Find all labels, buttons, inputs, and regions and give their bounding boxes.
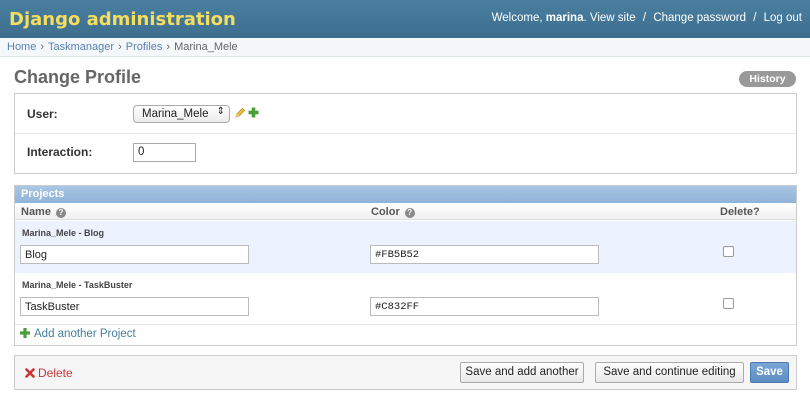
site-branding[interactable]: Django administration bbox=[9, 9, 236, 30]
column-header-delete: Delete? bbox=[720, 206, 760, 218]
welcome-text: Welcome, bbox=[491, 12, 543, 24]
inline-object-title: Marina_Mele - TaskBuster bbox=[22, 280, 133, 290]
project-color-input[interactable]: #C832FF bbox=[370, 297, 599, 316]
add-user-plus-icon[interactable] bbox=[248, 107, 259, 118]
inline-caption: Projects bbox=[15, 186, 796, 203]
user-select[interactable]: Marina_Mele ⇕ bbox=[133, 105, 230, 123]
delete-label: Delete bbox=[38, 366, 73, 380]
breadcrumb-home[interactable]: Home bbox=[7, 41, 36, 53]
select-arrows-icon: ⇕ bbox=[216, 106, 225, 117]
breadcrumb-model[interactable]: Profiles bbox=[126, 41, 163, 53]
user-row: User: Marina_Mele ⇕ bbox=[15, 94, 796, 134]
table-row: Marina_Mele - Blog Blog #FB5B52 bbox=[15, 221, 796, 273]
inline-header: Name? Color? Delete? bbox=[15, 203, 796, 220]
help-icon: ? bbox=[404, 208, 415, 218]
plus-icon bbox=[20, 328, 30, 338]
pencil-edit-icon[interactable] bbox=[234, 107, 246, 119]
save-and-continue-button[interactable]: Save and continue editing bbox=[595, 362, 744, 383]
page-title: Change Profile bbox=[14, 67, 142, 87]
user-label: User: bbox=[27, 107, 58, 121]
history-button[interactable]: History bbox=[739, 71, 796, 87]
save-and-add-another-button[interactable]: Save and add another bbox=[460, 362, 584, 383]
project-name-input[interactable]: TaskBuster bbox=[20, 297, 249, 316]
user-select-value: Marina_Mele bbox=[142, 108, 209, 120]
submit-row: Delete Save and add another Save and con… bbox=[14, 355, 797, 390]
inline-object-title: Marina_Mele - Blog bbox=[22, 228, 105, 238]
interaction-label: Interaction: bbox=[27, 145, 93, 159]
delete-x-icon bbox=[25, 368, 35, 378]
table-row: Marina_Mele - TaskBuster TaskBuster #C83… bbox=[15, 273, 796, 325]
column-header-color: Color? bbox=[371, 206, 415, 218]
view-site-link[interactable]: View site bbox=[590, 12, 636, 24]
help-icon: ? bbox=[55, 208, 66, 218]
delete-link[interactable]: Delete bbox=[25, 366, 73, 380]
delete-checkbox[interactable] bbox=[723, 246, 734, 257]
user-tools: Welcome, marina. View site / Change pass… bbox=[491, 12, 802, 24]
save-button[interactable]: Save bbox=[750, 362, 789, 383]
interaction-input[interactable]: 0 bbox=[133, 143, 196, 162]
column-header-name: Name? bbox=[21, 206, 66, 218]
interaction-row: Interaction: 0 bbox=[15, 134, 796, 174]
logout-link[interactable]: Log out bbox=[764, 12, 802, 24]
header: Django administration Welcome, marina. V… bbox=[0, 0, 810, 38]
breadcrumb: Home › Taskmanager › Profiles › Marina_Mele bbox=[0, 38, 810, 57]
delete-checkbox[interactable] bbox=[723, 298, 734, 309]
breadcrumb-app[interactable]: Taskmanager bbox=[48, 41, 114, 53]
profile-fieldset: User: Marina_Mele ⇕ Interaction: 0 bbox=[14, 93, 797, 174]
add-another-project-link[interactable]: Add another Project bbox=[20, 328, 136, 340]
projects-inline: Projects Name? Color? Delete? Marina_Mel… bbox=[14, 185, 797, 346]
breadcrumb-current: Marina_Mele bbox=[174, 41, 238, 53]
change-password-link[interactable]: Change password bbox=[653, 12, 746, 24]
username: marina bbox=[545, 12, 584, 24]
add-another-label: Add another Project bbox=[34, 328, 136, 340]
project-color-input[interactable]: #FB5B52 bbox=[370, 245, 599, 264]
project-name-input[interactable]: Blog bbox=[20, 245, 249, 264]
